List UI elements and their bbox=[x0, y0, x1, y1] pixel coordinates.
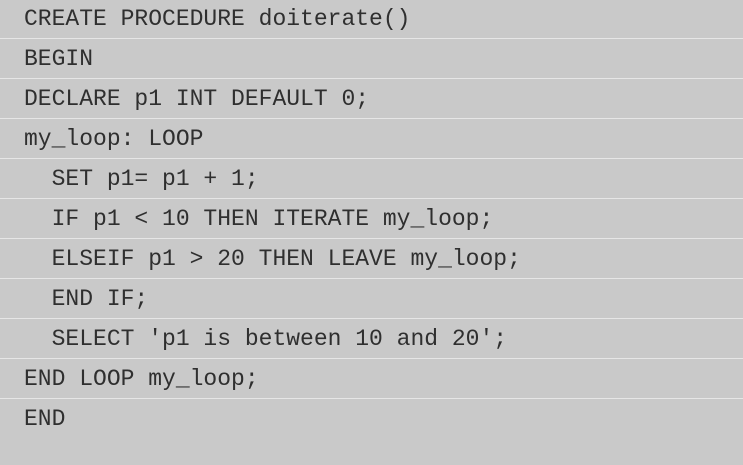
code-line: ELSEIF p1 > 20 THEN LEAVE my_loop; bbox=[0, 240, 743, 279]
code-line: SELECT 'p1 is between 10 and 20'; bbox=[0, 320, 743, 359]
code-line: my_loop: LOOP bbox=[0, 120, 743, 159]
code-line-text: my_loop: LOOP bbox=[24, 126, 204, 152]
code-line-text: END bbox=[24, 406, 66, 432]
code-line-text: BEGIN bbox=[24, 46, 94, 72]
code-line: BEGIN bbox=[0, 40, 743, 79]
code-line-text: IF p1 < 10 THEN ITERATE my_loop; bbox=[24, 206, 494, 232]
code-line-text: SELECT 'p1 is between 10 and 20'; bbox=[24, 326, 508, 352]
code-line: END LOOP my_loop; bbox=[0, 360, 743, 399]
code-line: END bbox=[0, 400, 743, 465]
code-line-text: END LOOP my_loop; bbox=[24, 366, 259, 392]
code-line-text: DECLARE p1 INT DEFAULT 0; bbox=[24, 86, 370, 112]
code-line-text: ELSEIF p1 > 20 THEN LEAVE my_loop; bbox=[24, 246, 521, 272]
sql-code-block: CREATE PROCEDURE doiterate() BEGIN DECLA… bbox=[0, 0, 743, 465]
code-line-text: CREATE PROCEDURE doiterate() bbox=[24, 6, 411, 32]
code-line: IF p1 < 10 THEN ITERATE my_loop; bbox=[0, 200, 743, 239]
code-line: CREATE PROCEDURE doiterate() bbox=[0, 0, 743, 39]
code-line-text: SET p1= p1 + 1; bbox=[24, 166, 259, 192]
code-line: SET p1= p1 + 1; bbox=[0, 160, 743, 199]
code-line: DECLARE p1 INT DEFAULT 0; bbox=[0, 80, 743, 119]
code-line-text: END IF; bbox=[24, 286, 149, 312]
code-line: END IF; bbox=[0, 280, 743, 319]
